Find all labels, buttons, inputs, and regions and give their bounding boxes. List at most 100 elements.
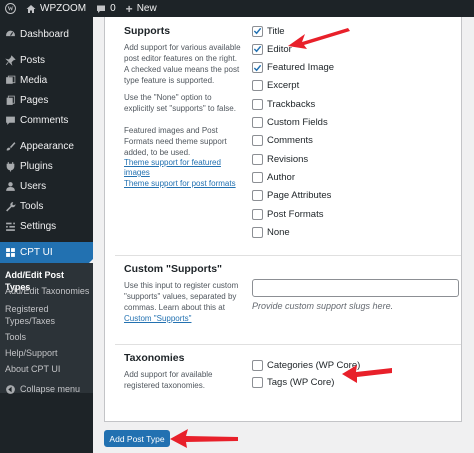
supports-option-label: Featured Image	[267, 62, 335, 74]
sidebar-item-label: Settings	[20, 220, 57, 232]
admin-bar: W WPZOOM 0 + New	[0, 0, 474, 17]
section-divider	[115, 255, 461, 256]
sidebar-item-label: Plugins	[20, 160, 53, 172]
user-icon	[1, 181, 19, 192]
taxonomies-description: Add support for available registered tax…	[124, 370, 213, 390]
supports-option[interactable]: Revisions	[252, 152, 308, 166]
supports-option-label: Custom Fields	[267, 117, 328, 128]
wordpress-logo-icon[interactable]: W	[0, 0, 21, 17]
section-divider	[115, 344, 461, 345]
plugin-icon	[1, 161, 19, 172]
sidebar-item-pages[interactable]: Pages	[0, 90, 93, 110]
supports-theme-note: Featured images and Post Formats need th…	[124, 126, 227, 157]
new-content-link[interactable]: + New	[121, 0, 162, 17]
submenu-tools[interactable]: Tools	[5, 331, 91, 343]
wrench-icon	[1, 201, 19, 212]
sidebar-item-cpt-ui[interactable]: CPT UI	[0, 242, 93, 263]
svg-text:W: W	[7, 7, 13, 13]
custom-supports-help: Provide custom support slugs here.	[252, 301, 394, 311]
checkbox[interactable]	[252, 359, 263, 371]
checkbox[interactable]	[252, 117, 263, 128]
sidebar-item-label: Users	[20, 180, 47, 192]
supports-none-note: Use the "None" option to explicitly set …	[124, 93, 236, 113]
home-icon	[26, 4, 36, 13]
checkbox[interactable]	[252, 208, 263, 220]
custom-supports-input[interactable]	[252, 279, 459, 297]
checkbox[interactable]	[252, 135, 263, 147]
supports-option[interactable]: Editor	[252, 42, 292, 56]
custom-supports-title: Custom "Supports"	[124, 263, 223, 275]
sidebar-item-label: Media	[20, 74, 48, 86]
submenu-registered-types-taxes[interactable]: Registered Types/Taxes	[5, 303, 75, 327]
sidebar-item-label: Comments	[20, 114, 69, 126]
checkbox[interactable]	[252, 153, 263, 165]
checkbox[interactable]	[252, 80, 263, 92]
theme-support-post-formats-link[interactable]: Theme support for post formats	[124, 179, 242, 189]
comments-link[interactable]: 0	[91, 0, 121, 17]
sidebar-item-tools[interactable]: Tools	[0, 196, 93, 216]
settings-icon	[1, 221, 19, 232]
new-label: New	[136, 3, 157, 14]
main-content: Supports Add support for various availab…	[93, 17, 474, 453]
sidebar-item-label: Pages	[20, 94, 49, 106]
sidebar-item-label: Posts	[20, 54, 46, 66]
supports-option[interactable]: Author	[252, 170, 295, 184]
checkbox-checked-icon[interactable]	[252, 43, 263, 55]
checkbox-checked-icon[interactable]	[252, 62, 263, 74]
supports-option-label: Comments	[267, 135, 313, 147]
checkbox[interactable]	[252, 226, 263, 238]
sidebar-item-media[interactable]: Media	[0, 70, 93, 90]
post-type-settings-panel: Supports Add support for various availab…	[104, 17, 462, 422]
supports-option[interactable]: Post Formats	[252, 207, 324, 221]
supports-option-label: Author	[267, 171, 295, 183]
sidebar-item-dashboard[interactable]: Dashboard	[0, 24, 93, 44]
sidebar-item-plugins[interactable]: Plugins	[0, 156, 93, 176]
custom-supports-desc-text: Use this input to register custom "suppo…	[124, 281, 239, 312]
supports-description: Add support for various available post e…	[124, 43, 241, 85]
sidebar-item-users[interactable]: Users	[0, 176, 93, 196]
checkbox-checked-icon[interactable]	[252, 25, 263, 37]
cptui-icon	[1, 247, 19, 258]
supports-option[interactable]: Title	[252, 24, 285, 38]
plus-icon: +	[125, 1, 133, 16]
submenu-add-edit-taxonomies[interactable]: Add/Edit Taxonomies	[5, 285, 91, 297]
theme-support-featured-images-link[interactable]: Theme support for featured images	[124, 158, 242, 178]
add-post-type-button[interactable]: Add Post Type	[104, 430, 170, 447]
sidebar-item-comments[interactable]: Comments	[0, 110, 93, 130]
taxonomy-option[interactable]: Tags (WP Core)	[252, 375, 334, 389]
collapse-menu-button[interactable]: Collapse menu	[0, 379, 93, 399]
sidebar-item-settings[interactable]: Settings	[0, 216, 93, 236]
annotation-arrow-icon	[170, 429, 238, 448]
supports-option[interactable]: Excerpt	[252, 79, 299, 93]
checkbox[interactable]	[252, 171, 263, 183]
checkbox[interactable]	[252, 98, 263, 110]
supports-option[interactable]: Trackbacks	[252, 97, 315, 111]
supports-option[interactable]: Custom Fields	[252, 116, 328, 130]
sidebar-item-label: Tools	[20, 200, 44, 212]
checkbox[interactable]	[252, 376, 263, 388]
checkbox[interactable]	[252, 190, 263, 202]
supports-option-label: Title	[267, 25, 285, 37]
sidebar-item-label: CPT UI	[20, 247, 53, 258]
admin-sidebar: Dashboard Posts Media Pages Comments App…	[0, 17, 93, 453]
supports-option[interactable]: Featured Image	[252, 61, 334, 75]
supports-option[interactable]: Page Attributes	[252, 189, 331, 203]
sidebar-item-appearance[interactable]: Appearance	[0, 136, 93, 156]
collapse-label: Collapse menu	[20, 384, 81, 394]
submenu-help-support[interactable]: Help/Support	[5, 347, 91, 359]
supports-option-label: Post Formats	[267, 208, 324, 220]
submenu-about-cpt-ui[interactable]: About CPT UI	[5, 363, 91, 375]
supports-option[interactable]: None	[252, 225, 290, 239]
comment-bubble-icon	[97, 5, 106, 13]
site-name: WPZOOM	[40, 3, 87, 14]
supports-option[interactable]: Comments	[252, 134, 313, 148]
taxonomies-title: Taxonomies	[124, 352, 185, 364]
site-name-link[interactable]: WPZOOM	[21, 0, 91, 17]
comments-count: 0	[110, 3, 116, 14]
custom-supports-doc-link[interactable]: Custom "Supports"	[124, 314, 191, 323]
supports-option-label: Page Attributes	[267, 190, 332, 202]
sidebar-item-posts[interactable]: Posts	[0, 50, 93, 70]
pin-icon	[1, 54, 19, 66]
supports-option-label: None	[267, 226, 290, 238]
supports-option-label: Revisions	[267, 153, 309, 165]
